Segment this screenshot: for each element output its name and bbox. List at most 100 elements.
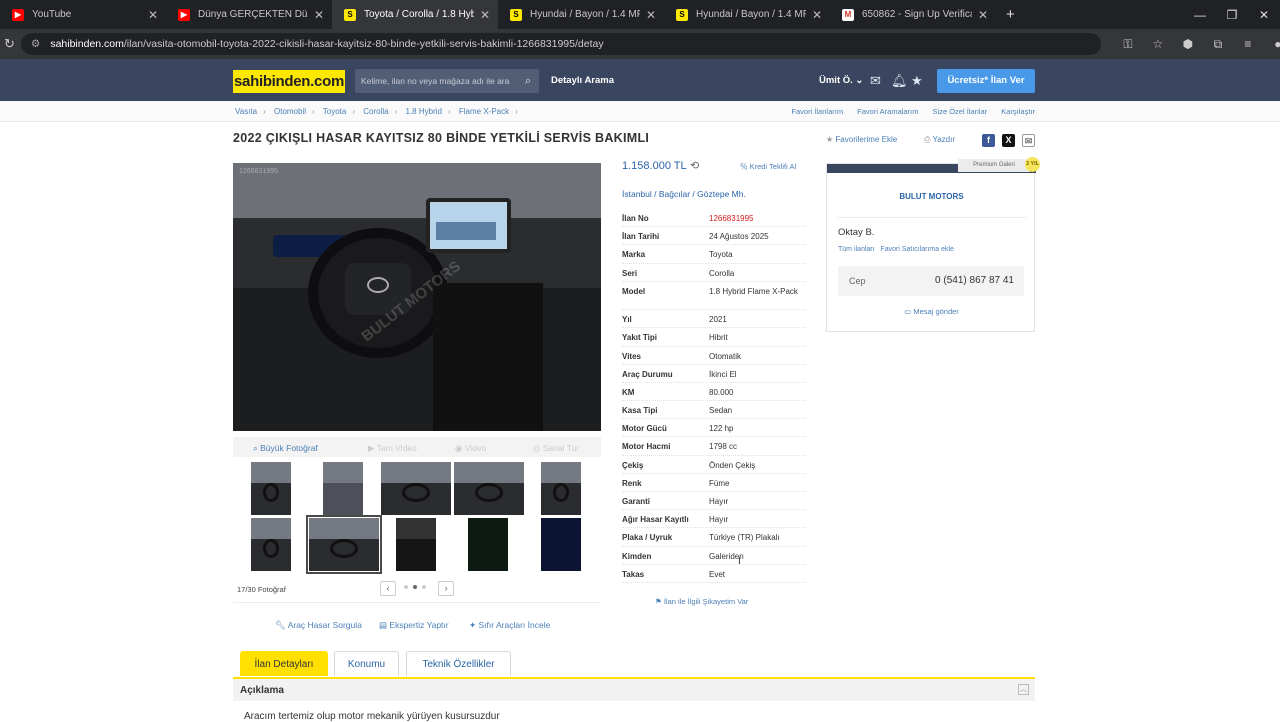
search-input[interactable]: Kelime, ilan no veya mağaza adı ile ara ⌕ — [355, 69, 539, 93]
new-cars-link[interactable]: ✦ Sıfır Araçları İncele — [469, 620, 550, 631]
close-window-icon[interactable]: ✕ — [1248, 8, 1280, 22]
big-photo-tab[interactable]: ⌕ Büyük Fotoğraf — [253, 443, 318, 454]
facebook-share-icon[interactable]: f — [982, 134, 995, 147]
close-tab-icon[interactable]: ✕ — [646, 8, 656, 22]
close-tab-icon[interactable]: ✕ — [148, 8, 158, 22]
phone-number[interactable]: 0 (541) 867 87 41 — [935, 275, 1014, 286]
breadcrumb-item[interactable]: Corolla — [363, 107, 388, 116]
print-button[interactable]: ⎙ Yazdır — [924, 135, 955, 145]
location-city[interactable]: İstanbul — [622, 189, 652, 199]
compare-link[interactable]: Karşılaştır — [1001, 107, 1035, 116]
search-icon[interactable]: ⌕ — [525, 69, 531, 93]
thumbnail[interactable] — [541, 518, 581, 571]
fav-listings-link[interactable]: Favori İlanlarım — [791, 107, 843, 116]
password-key-icon[interactable]: ⚿ — [1113, 37, 1143, 52]
store-name[interactable]: BULUT MOTORS — [827, 192, 1036, 201]
thumbnail[interactable] — [454, 462, 524, 515]
thumbnail-selected[interactable] — [306, 515, 382, 574]
add-favorite-button[interactable]: ★ Favorilerime Ekle — [826, 135, 897, 144]
thumbnail[interactable] — [396, 518, 436, 571]
expertise-link[interactable]: ▤ Ekspertiz Yaptır — [379, 620, 449, 631]
thumbnail[interactable] — [468, 518, 508, 571]
browser-tab[interactable]: S Hyundai / Bayon / 1.4 MPI / Sty ✕ — [664, 0, 830, 29]
fav-searches-link[interactable]: Favori Aramalarım — [857, 107, 918, 116]
bookmark-star-icon[interactable]: ☆ — [1143, 37, 1173, 52]
thumbnail[interactable] — [381, 462, 451, 515]
prev-page-button[interactable]: ‹ — [380, 581, 396, 596]
detail-value: Hayır — [709, 515, 729, 525]
description-header: Açıklama ︿ — [233, 677, 1035, 701]
damage-query-link[interactable]: 🔧︎ Araç Hasar Sorgula — [275, 620, 362, 631]
virtual-tour-label: Sanal Tur — [542, 443, 580, 453]
special-listings-link[interactable]: Size Özel İlanlar — [933, 107, 988, 116]
browser-tab-active[interactable]: S Toyota / Corolla / 1.8 Hybrid / F ✕ — [332, 0, 498, 29]
detail-value: Hayır — [709, 497, 729, 507]
tab-technical-specs[interactable]: Teknik Özellikler — [406, 651, 511, 676]
profile-avatar[interactable]: ● — [1263, 37, 1280, 52]
detail-key: Motor Gücü — [622, 424, 667, 434]
center-console — [433, 283, 543, 431]
maximize-icon[interactable]: ❐ — [1216, 8, 1248, 22]
thumbnail[interactable] — [541, 462, 581, 515]
breadcrumb-item[interactable]: Otomobil — [274, 107, 306, 116]
notification-bell-icon[interactable]: 🔔︎ — [891, 73, 908, 89]
post-ad-button[interactable]: Ücretsiz* İlan Ver — [937, 69, 1035, 93]
infotainment-screen — [426, 198, 511, 253]
thumbnail[interactable] — [251, 462, 291, 515]
location-neighborhood[interactable]: Göztepe Mh. — [697, 189, 746, 199]
send-message-button[interactable]: ▭ Mesaj gönder — [827, 307, 1036, 316]
detail-key: İlan Tarihi — [622, 232, 660, 242]
fav-seller-link[interactable]: Favori Satıcılarıma ekle — [880, 246, 954, 253]
extension-icon[interactable]: ⬢ — [1173, 37, 1203, 52]
tab-listing-details[interactable]: İlan Detayları — [240, 651, 328, 676]
close-tab-icon[interactable]: ✕ — [978, 8, 988, 22]
price-history-icon[interactable]: ⟲ — [690, 159, 699, 172]
credit-offer-link[interactable]: ％ Kredi Teklifi Al — [740, 161, 796, 172]
tab-location[interactable]: Konumu — [334, 651, 399, 676]
all-ads-link[interactable]: Tüm ilanları — [838, 246, 875, 253]
detailed-search-link[interactable]: Detaylı Arama — [551, 75, 614, 86]
breadcrumb-item[interactable]: Flame X-Pack — [459, 107, 509, 116]
detail-row: Çekiş Önden Çekiş — [622, 456, 806, 474]
thumbnail[interactable] — [323, 462, 363, 515]
email-share-icon[interactable]: ✉ — [1022, 134, 1035, 147]
browser-tab[interactable]: S Hyundai / Bayon / 1.4 MPI / Jum ✕ — [498, 0, 664, 29]
reading-list-icon[interactable]: ≡ — [1233, 37, 1263, 52]
user-quick-links: Favori İlanlarım Favori Aramalarım Size … — [779, 107, 1035, 116]
mail-icon[interactable]: ✉ — [870, 73, 881, 89]
detail-value: Otomatik — [709, 351, 742, 361]
browser-tab[interactable]: M 650862 - Sign Up Verification C ✕ — [830, 0, 996, 29]
breadcrumb-item[interactable]: Toyota — [323, 107, 347, 116]
main-photo[interactable]: BULUT MOTORS 1266831995 — [233, 163, 601, 431]
collapse-icon[interactable]: ︿ — [1018, 684, 1029, 695]
puzzle-icon[interactable]: ⧉ — [1203, 37, 1233, 52]
breadcrumb-item[interactable]: 1.8 Hybrid — [406, 107, 442, 116]
minimize-icon[interactable]: — — [1184, 8, 1216, 22]
browser-tab[interactable]: ▶ Dünya GERÇEKTEN Düz Olabilir ✕ — [166, 0, 332, 29]
favorites-star-icon[interactable]: ★ — [911, 73, 923, 89]
close-tab-icon[interactable]: ✕ — [480, 8, 490, 22]
close-tab-icon[interactable]: ✕ — [812, 8, 822, 22]
new-tab-icon[interactable]: + — [1006, 6, 1015, 23]
user-name: Ümit Ö. — [819, 75, 853, 86]
url-field[interactable]: ⚙ sahibinden.com/ilan/vasita-otomobil-to… — [20, 33, 1101, 55]
x-share-icon[interactable]: X — [1002, 134, 1015, 147]
breadcrumb-item[interactable]: Vasıta — [235, 107, 257, 116]
site-logo[interactable]: sahibinden.com — [233, 70, 345, 93]
close-tab-icon[interactable]: ✕ — [314, 8, 324, 22]
location-district[interactable]: Bağcılar — [659, 189, 690, 199]
thumbnail[interactable] — [251, 518, 291, 571]
detail-value: 24 Ağustos 2025 — [709, 232, 769, 242]
detail-value: İkinci El — [709, 369, 737, 379]
detail-row: Ağır Hasar Kayıtlı Hayır — [622, 510, 806, 529]
youtube-icon: ▶ — [12, 8, 24, 21]
reload-icon[interactable]: ↻ — [4, 36, 15, 52]
zoom-icon: ⌕ — [253, 443, 258, 453]
description-text: Aracım tertemiz olup motor mekanik yürüy… — [244, 711, 500, 722]
site-info-icon[interactable]: ⚙ — [31, 38, 40, 50]
sahibinden-icon: S — [510, 8, 522, 21]
next-page-button[interactable]: › — [438, 581, 454, 596]
browser-tab[interactable]: ▶ YouTube ✕ — [0, 0, 166, 29]
complaint-link[interactable]: ⚑ İlan ile İlgili Şikayetim Var — [655, 597, 748, 606]
user-menu[interactable]: Ümit Ö. ⌄ — [819, 75, 863, 86]
